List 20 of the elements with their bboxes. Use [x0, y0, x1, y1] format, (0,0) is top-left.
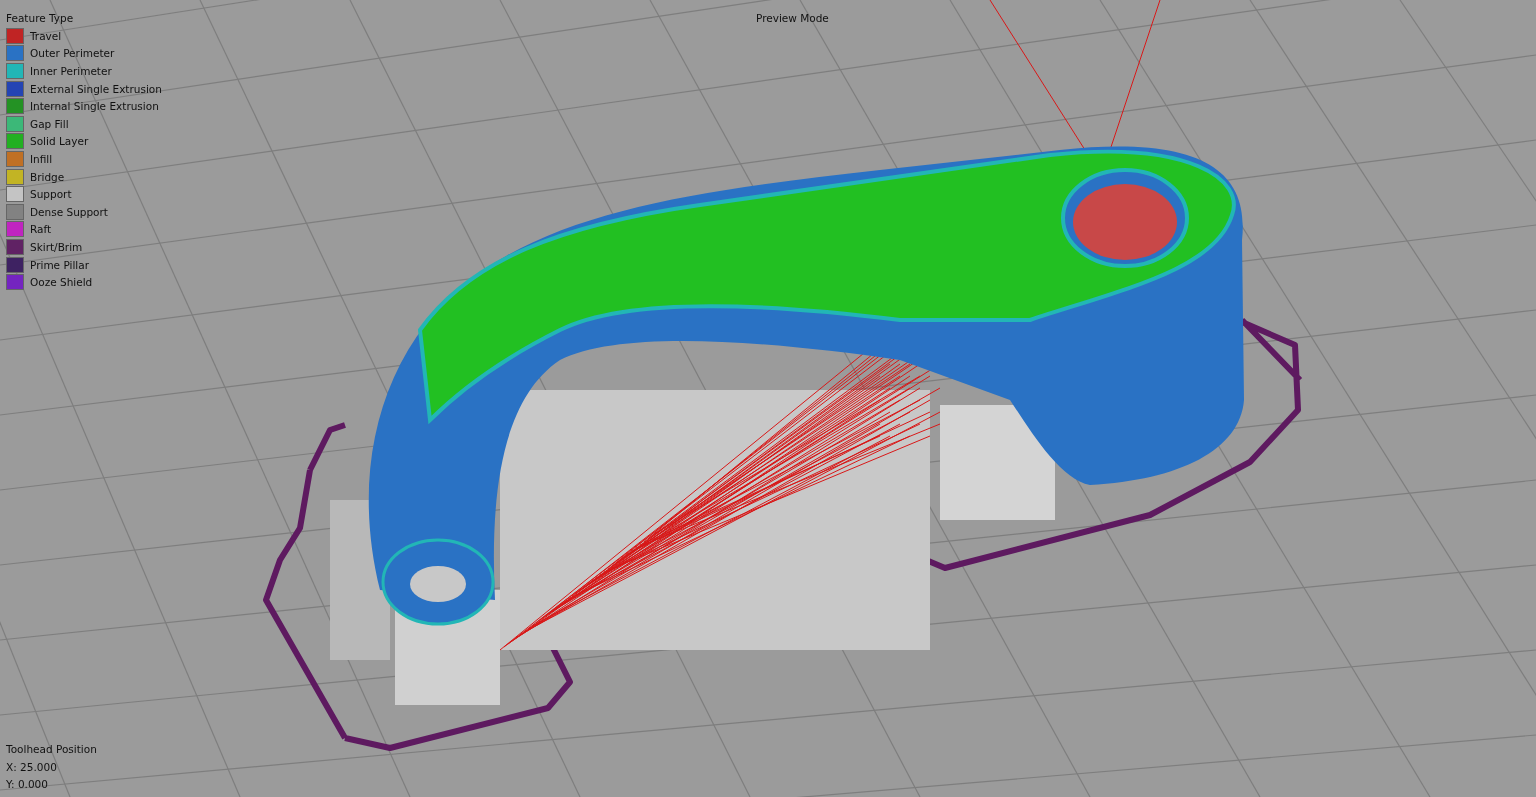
legend-title: Feature Type: [6, 12, 75, 24]
mode-label: Preview Mode: [756, 12, 829, 24]
legend-label: Inner Perimeter: [30, 65, 112, 77]
legend-label: Support: [30, 188, 72, 201]
legend-label: Prime Pillar: [30, 258, 89, 271]
legend-label: Dense Support: [30, 205, 108, 218]
legend-label: Bridge: [30, 170, 65, 183]
legend-label: Infill: [30, 152, 53, 165]
legend-label: Travel: [30, 29, 62, 42]
toolhead-x: X: 25.000: [6, 759, 58, 775]
legend-label: Raft: [30, 223, 52, 236]
toolhead-title: Toolhead Position: [6, 742, 97, 757]
toolhead-y: Y: 0.000: [6, 777, 49, 792]
legend-label: Skirt/Brim: [30, 240, 83, 253]
legend-label: External Single Extrusion: [30, 82, 162, 95]
legend-label: Ooze Shield: [30, 276, 93, 289]
legend-label: Outer Perimeter: [30, 47, 115, 60]
legend-label: Gap Fill: [30, 117, 69, 130]
legend-label: Internal Single Extrusion: [30, 100, 159, 113]
legend-label: Solid Layer: [30, 135, 89, 148]
